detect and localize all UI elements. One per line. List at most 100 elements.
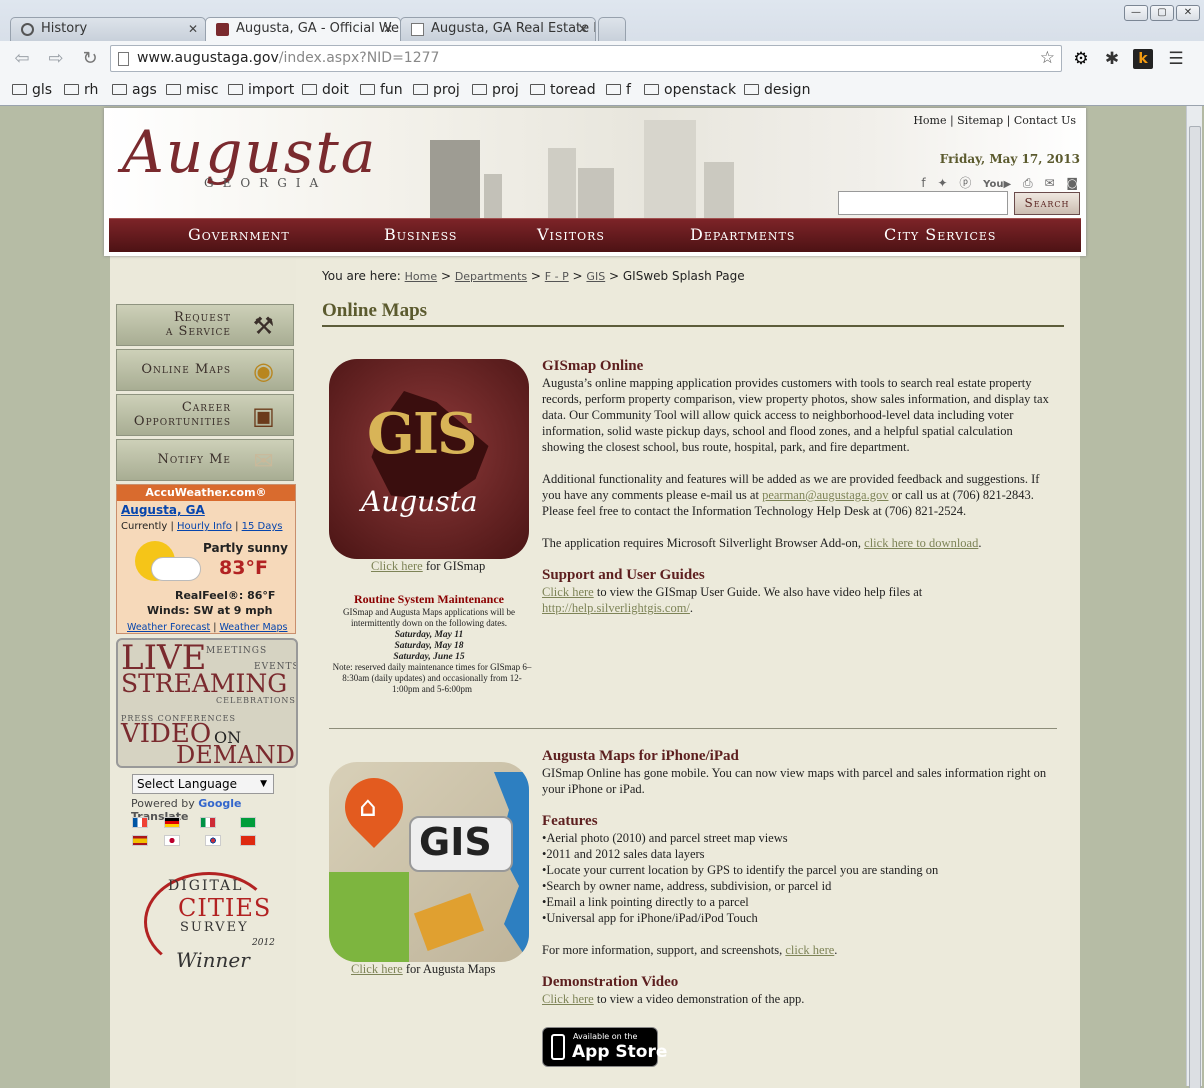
pinterest-icon[interactable]: ⓟ xyxy=(959,174,971,191)
bookmark-folder[interactable]: rh xyxy=(64,82,98,98)
nav-visitors[interactable]: Visitors xyxy=(537,225,605,244)
bookmark-folder[interactable]: design xyxy=(744,82,810,98)
youtube-icon[interactable]: You▶ xyxy=(983,179,1011,190)
bookmark-folder[interactable]: misc xyxy=(166,82,219,98)
bookmark-folder[interactable]: toread xyxy=(530,82,596,98)
flag-korean-icon[interactable] xyxy=(205,835,221,846)
breadcrumb-home[interactable]: Home xyxy=(405,270,437,283)
online-maps-button[interactable]: Online Maps ◉ xyxy=(116,349,294,391)
career-opportunities-button[interactable]: Career Opportunities ▣ xyxy=(116,394,294,436)
features-title: Features xyxy=(542,813,598,829)
sitemap-link[interactable]: Sitemap xyxy=(957,114,1003,127)
flag-french-icon[interactable] xyxy=(132,817,148,828)
email-icon[interactable]: ✉ xyxy=(1044,176,1054,190)
breadcrumb-f-p[interactable]: F - P xyxy=(545,270,569,283)
flag-chinese-icon[interactable] xyxy=(240,835,256,846)
bookmark-folder[interactable]: fun xyxy=(360,82,403,98)
browser-chrome: — ▢ ✕ History ✕ Augusta, GA - Official W… xyxy=(0,0,1204,106)
bookmark-folder[interactable]: import xyxy=(228,82,294,98)
home-link[interactable]: Home xyxy=(913,114,946,127)
site-search-input[interactable] xyxy=(838,191,1008,215)
vertical-scrollbar[interactable] xyxy=(1186,106,1202,1088)
current-date: Friday, May 17, 2013 xyxy=(939,152,1080,166)
folder-icon xyxy=(530,84,545,95)
address-bar[interactable]: www.augustaga.gov/index.aspx?NID=1277 ☆ xyxy=(110,45,1062,72)
bookmark-folder[interactable]: f xyxy=(606,82,631,98)
breadcrumb-gis[interactable]: GIS xyxy=(586,270,605,283)
minimize-button[interactable]: — xyxy=(1124,5,1148,21)
close-tab-icon[interactable]: ✕ xyxy=(383,18,393,40)
forward-icon[interactable]: ⇨ xyxy=(44,48,68,69)
rss-icon[interactable]: ◙ xyxy=(1066,176,1078,190)
envelope-icon: ✉ xyxy=(253,447,275,475)
weather-maps-link[interactable]: Weather Maps xyxy=(219,622,287,633)
notify-me-button[interactable]: Notify Me ✉ xyxy=(116,439,294,481)
folder-icon xyxy=(228,84,243,95)
close-window-button[interactable]: ✕ xyxy=(1176,5,1200,21)
nav-departments[interactable]: Departments xyxy=(690,225,795,244)
bookmark-folder[interactable]: gls xyxy=(12,82,52,98)
flag-portuguese-icon[interactable] xyxy=(240,817,256,828)
email-link[interactable]: pearman@augustaga.gov xyxy=(762,488,888,502)
briefcase-icon: ▣ xyxy=(252,402,276,430)
feature-item: •Aerial photo (2010) and parcel street m… xyxy=(542,831,788,845)
more-info-link[interactable]: click here xyxy=(785,943,834,957)
live-streaming-banner[interactable]: LIVE MEETINGS EVENTS STREAMING CELEBRATI… xyxy=(116,638,298,768)
reload-icon[interactable]: ↻ xyxy=(78,48,102,69)
language-select[interactable]: Select Language ▼ xyxy=(132,774,274,794)
bookmark-folder[interactable]: openstack xyxy=(644,82,736,98)
weather-city-link[interactable]: Augusta, GA xyxy=(121,503,205,517)
15-days-link[interactable]: 15 Days xyxy=(242,521,283,532)
bookmark-folder[interactable]: proj xyxy=(472,82,519,98)
folder-icon xyxy=(413,84,428,95)
twitter-icon[interactable]: ✦ xyxy=(937,176,947,190)
flag-italian-icon[interactable] xyxy=(200,817,216,828)
hourly-info-link[interactable]: Hourly Info xyxy=(177,521,232,532)
support-paragraph: Click here to view the GISmap User Guide… xyxy=(542,585,923,615)
new-tab-button[interactable] xyxy=(598,17,626,41)
close-tab-icon[interactable]: ✕ xyxy=(578,18,588,40)
flag-german-icon[interactable] xyxy=(164,817,180,828)
facebook-icon[interactable]: f xyxy=(921,176,925,190)
tab-augusta-real-estate[interactable]: Augusta, GA Real Estate F ✕ xyxy=(400,17,596,41)
print-icon[interactable]: ⎙ xyxy=(1023,176,1033,191)
augusta-maps-click-here-link[interactable]: Click here xyxy=(351,962,403,976)
bookmark-star-icon[interactable]: ☆ xyxy=(1040,46,1055,71)
flag-japanese-icon[interactable] xyxy=(164,835,180,846)
bookmark-folder[interactable]: proj xyxy=(413,82,460,98)
weather-condition: Partly sunny xyxy=(203,541,288,555)
k-extension-icon[interactable]: k xyxy=(1133,49,1153,69)
tab-history[interactable]: History ✕ xyxy=(10,17,206,41)
nav-government[interactable]: Government xyxy=(188,225,290,244)
left-sidebar: Request a Service ⚒ Online Maps ◉ Career… xyxy=(110,256,298,1088)
gismap-paragraph-1: Augusta’s online mapping application pro… xyxy=(542,376,1049,454)
augusta-maps-app-icon[interactable]: ⌂ GIS xyxy=(329,762,529,962)
weather-forecast-link[interactable]: Weather Forecast xyxy=(127,622,210,633)
back-icon[interactable]: ⇦ xyxy=(10,48,34,69)
gismap-app-icon[interactable]: GIS Augusta xyxy=(329,359,529,559)
bookmark-folder[interactable]: ags xyxy=(112,82,157,98)
close-tab-icon[interactable]: ✕ xyxy=(188,18,198,40)
gismap-click-here-link[interactable]: Click here xyxy=(371,559,423,573)
compass-icon: ◉ xyxy=(253,357,275,385)
user-guide-link[interactable]: Click here xyxy=(542,585,594,599)
scrollbar-thumb[interactable] xyxy=(1189,126,1201,1088)
bug-extension-icon[interactable]: ✱ xyxy=(1102,49,1122,69)
breadcrumb-departments[interactable]: Departments xyxy=(455,270,527,283)
nav-business[interactable]: Business xyxy=(384,225,457,244)
silverlight-download-link[interactable]: click here to download xyxy=(864,536,978,550)
request-service-button[interactable]: Request a Service ⚒ xyxy=(116,304,294,346)
app-store-badge[interactable]: Available on the App Store xyxy=(542,1027,667,1067)
nav-city-services[interactable]: City Services xyxy=(884,225,996,244)
contact-us-link[interactable]: Contact Us xyxy=(1014,114,1076,127)
tab-augusta-official[interactable]: Augusta, GA - Official We ✕ xyxy=(205,17,401,41)
silverlight-help-link[interactable]: http://help.silverlightgis.com/ xyxy=(542,601,690,615)
bookmark-folder[interactable]: doit xyxy=(302,82,349,98)
gear-extension-icon[interactable]: ⚙ xyxy=(1071,49,1091,69)
flag-spanish-icon[interactable] xyxy=(132,835,148,846)
maximize-button[interactable]: ▢ xyxy=(1150,5,1174,21)
demo-video-link[interactable]: Click here xyxy=(542,992,594,1006)
support-guides-title: Support and User Guides xyxy=(542,567,705,583)
search-button[interactable]: Search xyxy=(1014,192,1080,215)
menu-icon[interactable]: ☰ xyxy=(1166,49,1186,69)
